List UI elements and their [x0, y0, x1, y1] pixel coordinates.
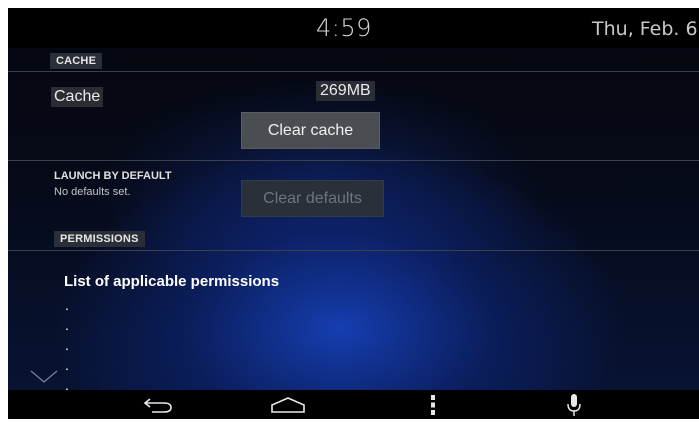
cache-label: Cache	[51, 87, 104, 107]
permissions-title: List of applicable permissions	[64, 273, 280, 290]
navigation-bar	[8, 390, 699, 419]
clear-defaults-button[interactable]: Clear defaults	[241, 180, 384, 217]
cache-section-header: CACHE	[50, 53, 103, 69]
permissions-section-header: PERMISSIONS	[54, 231, 145, 247]
permission-item: .	[65, 317, 69, 333]
back-button[interactable]	[134, 390, 184, 419]
cache-size-value: 269MB	[316, 81, 375, 101]
divider	[8, 250, 699, 251]
app-info-screen: 4:59 Thu, Feb. 6 CACHE Cache 269MB Clear…	[8, 8, 699, 419]
permission-item: .	[65, 337, 69, 353]
menu-button[interactable]	[408, 390, 458, 419]
defaults-status: No defaults set.	[54, 186, 131, 198]
voice-button[interactable]	[549, 390, 599, 419]
clock: 4:59	[316, 14, 372, 42]
launch-default-header: LAUNCH BY DEFAULT	[54, 170, 172, 182]
home-icon	[271, 396, 305, 413]
permission-item: .	[65, 297, 69, 313]
home-button[interactable]	[263, 390, 313, 419]
menu-icon	[431, 394, 435, 415]
date: Thu, Feb. 6	[592, 18, 698, 40]
clear-cache-button[interactable]: Clear cache	[241, 112, 380, 149]
back-icon	[143, 397, 172, 413]
divider	[8, 71, 699, 72]
chevron-down-icon[interactable]	[30, 370, 58, 384]
divider	[8, 160, 699, 161]
status-bar: 4:59 Thu, Feb. 6	[8, 8, 699, 48]
permission-item: .	[65, 357, 69, 373]
microphone-icon	[567, 393, 581, 416]
